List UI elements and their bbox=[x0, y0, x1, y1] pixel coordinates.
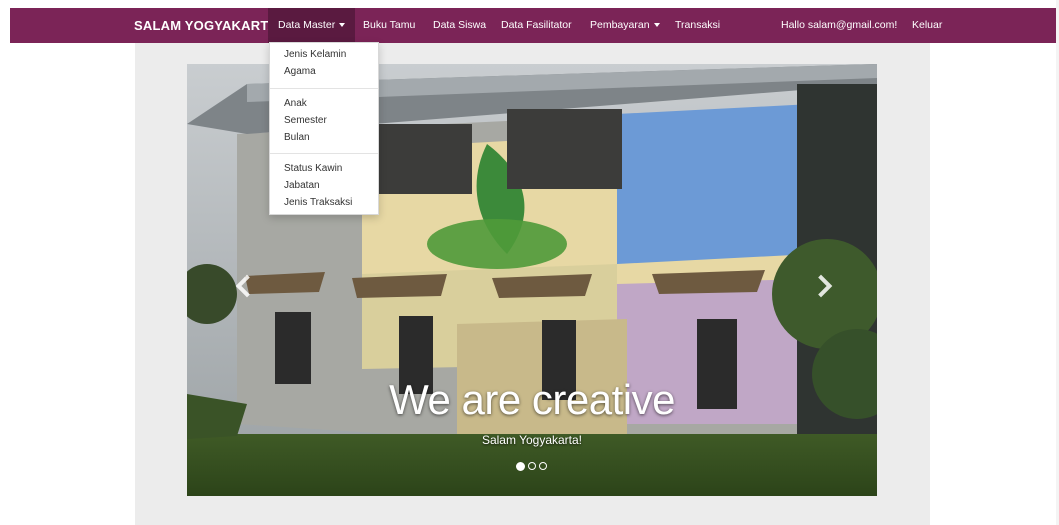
carousel-indicators bbox=[516, 462, 547, 474]
dropdown-divider bbox=[270, 88, 378, 89]
top-navbar: SALAM YOGYAKARTA Data Master Buku Tamu D… bbox=[10, 8, 1056, 43]
caret-down-icon bbox=[339, 23, 346, 28]
dropdown-item-jenis-traksaksi[interactable]: Jenis Traksaksi bbox=[284, 197, 352, 208]
indicator-dot-3[interactable] bbox=[539, 462, 547, 470]
dropdown-item-anak[interactable]: Anak bbox=[284, 98, 307, 109]
nav-buku-tamu[interactable]: Buku Tamu bbox=[363, 8, 415, 43]
caret-down-icon bbox=[653, 23, 660, 28]
dropdown-item-agama[interactable]: Agama bbox=[284, 66, 316, 77]
nav-pembayaran-label: Pembayaran bbox=[590, 19, 650, 31]
brand-link[interactable]: SALAM YOGYAKARTA bbox=[134, 8, 277, 43]
data-master-dropdown: Jenis Kelamin Agama Anak Semester Bulan … bbox=[269, 42, 379, 215]
nav-user-greeting[interactable]: Hallo salam@gmail.com! bbox=[781, 8, 897, 43]
nav-logout[interactable]: Keluar bbox=[912, 8, 942, 43]
carousel-next-arrow-icon[interactable] bbox=[813, 274, 833, 298]
nav-data-master-label: Data Master bbox=[278, 19, 336, 31]
nav-data-fasilitator[interactable]: Data Fasilitator bbox=[501, 8, 572, 43]
nav-transaksi[interactable]: Transaksi bbox=[675, 8, 720, 43]
nav-data-siswa[interactable]: Data Siswa bbox=[433, 8, 486, 43]
dropdown-item-semester[interactable]: Semester bbox=[284, 115, 327, 126]
nav-data-master[interactable]: Data Master bbox=[268, 8, 356, 43]
indicator-dot-1[interactable] bbox=[516, 462, 525, 471]
indicator-dot-2[interactable] bbox=[528, 462, 536, 470]
dropdown-item-status-kawin[interactable]: Status Kawin bbox=[284, 163, 342, 174]
dropdown-divider bbox=[270, 153, 378, 154]
nav-pembayaran[interactable]: Pembayaran bbox=[590, 8, 660, 43]
carousel-prev-arrow-icon[interactable] bbox=[233, 274, 253, 298]
dropdown-item-jabatan[interactable]: Jabatan bbox=[284, 180, 320, 191]
dropdown-item-jenis-kelamin[interactable]: Jenis Kelamin bbox=[284, 49, 346, 60]
slide-caption-title: We are creative bbox=[389, 376, 675, 423]
dropdown-item-bulan[interactable]: Bulan bbox=[284, 132, 310, 143]
slide-caption-subtitle: Salam Yogyakarta! bbox=[481, 433, 583, 447]
